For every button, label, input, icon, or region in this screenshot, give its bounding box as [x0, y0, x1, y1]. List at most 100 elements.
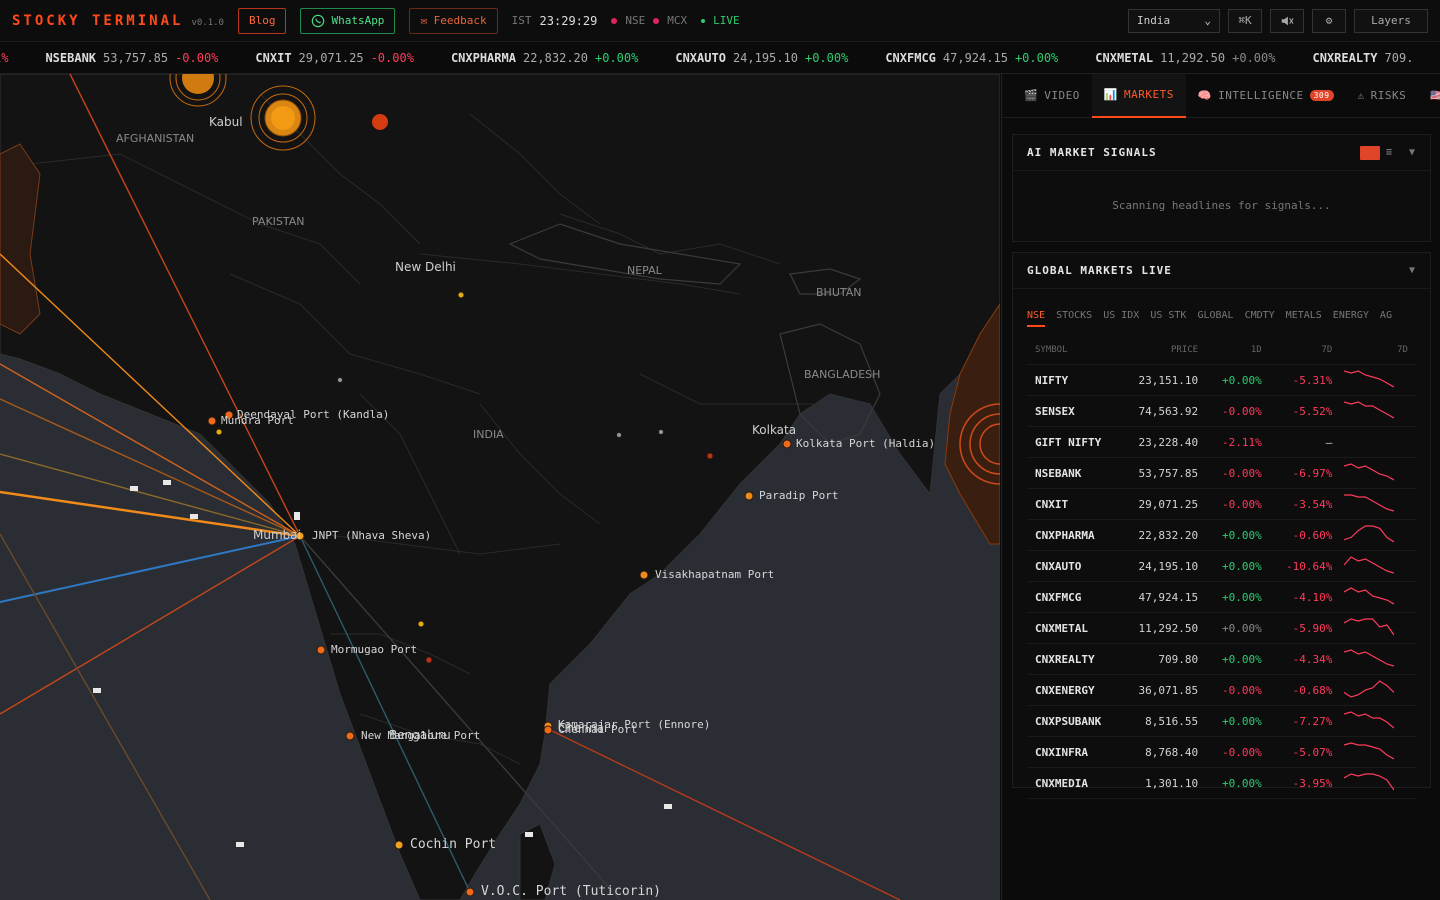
- port-label-haldia[interactable]: Kolkata Port (Haldia): [796, 437, 935, 450]
- live-dot: [701, 18, 706, 23]
- subtab-cmdty[interactable]: CMDTY: [1245, 310, 1275, 321]
- ticker-symbol: CNXAUTO: [675, 50, 726, 65]
- table-row[interactable]: SENSEX 74,563.92 -0.00% -5.52%: [1027, 396, 1416, 427]
- table-row[interactable]: CNXINFRA 8,768.40 -0.00% -5.07%: [1027, 737, 1416, 768]
- port-label-paradip[interactable]: Paradip Port: [759, 489, 838, 502]
- port-label-mormugao[interactable]: Mormugao Port: [331, 643, 417, 656]
- table-row[interactable]: CNXPSUBANK 8,516.55 +0.00% -7.27%: [1027, 706, 1416, 737]
- table-row[interactable]: NIFTY 23,151.10 +0.00% -5.31%: [1027, 365, 1416, 396]
- ticker-symbol: CNXFMCG: [885, 50, 936, 65]
- col-price[interactable]: PRICE: [1117, 345, 1198, 355]
- col-symbol[interactable]: SYMBOL: [1027, 345, 1117, 355]
- list-view-icon[interactable]: ≡: [1386, 147, 1393, 158]
- us-flag-icon: 🇺🇸: [1430, 89, 1440, 102]
- subtab-stocks[interactable]: STOCKS: [1056, 310, 1092, 321]
- whatsapp-icon: [312, 14, 325, 27]
- row-change-7d: -0.60%: [1292, 528, 1333, 542]
- table-row[interactable]: NSEBANK 53,757.85 -0.00% -6.97%: [1027, 458, 1416, 489]
- whatsapp-label: WhatsApp: [331, 14, 385, 27]
- table-row[interactable]: CNXIT 29,071.25 -0.00% -3.54%: [1027, 489, 1416, 520]
- blog-button[interactable]: Blog: [237, 7, 287, 34]
- collapse-icon[interactable]: ▼: [1409, 265, 1416, 276]
- live-indicator: LIVE: [713, 14, 740, 27]
- tab-intelligence[interactable]: 🧠 INTELLIGENCE 309: [1186, 74, 1346, 118]
- subtab-energy[interactable]: ENERGY: [1333, 310, 1369, 321]
- ticker-item[interactable]: CNXFMCG 47,924.15 +0.00%: [885, 51, 1058, 65]
- subtab-us-idx[interactable]: US IDX: [1103, 310, 1139, 321]
- warning-icon: ⚠: [1357, 89, 1365, 102]
- world-map[interactable]: AFGHANISTAN PAKISTAN INDIA NEPAL BHUTAN …: [0, 74, 1000, 900]
- row-change-1d: -2.11%: [1222, 435, 1262, 449]
- ticker-item[interactable]: CNXPHARMA 22,832.20 +0.00%: [451, 51, 638, 65]
- row-change-7d: -4.10%: [1292, 590, 1333, 604]
- col-7d[interactable]: 7D: [1262, 345, 1333, 355]
- tab-markets[interactable]: 📊 MARKETS: [1091, 73, 1186, 118]
- card-view-toggle[interactable]: [1359, 145, 1380, 160]
- command-palette-button[interactable]: ⌘K: [1228, 8, 1262, 33]
- port-label-new-mangalore[interactable]: New Mangalore Port: [361, 729, 480, 742]
- tab-label: INTELLIGENCE: [1218, 89, 1304, 102]
- ticker-change: 1%: [0, 50, 9, 65]
- table-row[interactable]: CNXREALTY 709.80 +0.00% -4.34%: [1027, 644, 1416, 675]
- row-change-7d: -0.68%: [1292, 683, 1333, 697]
- col-1d[interactable]: 1D: [1198, 345, 1262, 355]
- row-price: 23,151.10: [1138, 373, 1199, 387]
- row-change-7d: -7.27%: [1292, 714, 1333, 728]
- tab-risks[interactable]: ⚠ RISKS: [1346, 74, 1419, 118]
- port-label-mundra[interactable]: Mundra Port: [221, 414, 294, 427]
- top-bar: STOCKY TERMINAL v0.1.0 Blog WhatsApp ✉ F…: [0, 0, 1440, 42]
- port-label-visakhapatnam[interactable]: Visakhapatnam Port: [655, 568, 774, 581]
- gear-icon: ⚙: [1325, 14, 1333, 27]
- port-label-cochin[interactable]: Cochin Port: [410, 837, 496, 852]
- row-symbol: CNXENERGY: [1035, 683, 1095, 697]
- tab-video[interactable]: 🎬 VIDEO: [1012, 74, 1092, 118]
- row-change-1d: +0.00%: [1222, 528, 1262, 542]
- brand[interactable]: STOCKY TERMINAL v0.1.0: [12, 13, 224, 29]
- city-label-kolkata: Kolkata: [752, 423, 797, 437]
- ticker-price: 22,832.20: [522, 50, 588, 65]
- table-row[interactable]: CNXAUTO 24,195.10 +0.00% -10.64%: [1027, 551, 1416, 582]
- row-change-7d: -6.97%: [1292, 466, 1333, 480]
- table-row[interactable]: CNXMETAL 11,292.50 +0.00% -5.90%: [1027, 613, 1416, 644]
- port-label-jnpt[interactable]: JNPT (Nhava Sheva): [312, 529, 431, 542]
- ticker-item[interactable]: CNXAUTO 24,195.10 +0.00%: [675, 51, 848, 65]
- region-select[interactable]: India ⌄: [1128, 8, 1220, 33]
- table-row[interactable]: CNXENERGY 36,071.85 -0.00% -0.68%: [1027, 675, 1416, 706]
- whatsapp-button[interactable]: WhatsApp: [300, 7, 396, 34]
- row-sparkline: [1332, 555, 1416, 577]
- row-change-1d: +0.00%: [1222, 652, 1262, 666]
- ticker-symbol: CNXIT: [255, 50, 292, 65]
- collapse-icon[interactable]: ▼: [1409, 147, 1416, 158]
- nse-status-label: NSE: [625, 14, 646, 27]
- subtab-us-stk[interactable]: US STK: [1150, 310, 1186, 321]
- ticker-item[interactable]: CNXREALTY 709.: [1312, 51, 1413, 65]
- table-row[interactable]: GIFT NIFTY 23,228.40 -2.11% —: [1027, 427, 1416, 458]
- subtab-metals[interactable]: METALS: [1286, 310, 1322, 321]
- ticker-price: 29,071.25: [298, 50, 364, 65]
- mute-button[interactable]: [1270, 8, 1304, 33]
- subtab-global[interactable]: GLOBAL: [1197, 310, 1233, 321]
- layers-button[interactable]: Layers: [1354, 8, 1428, 33]
- row-change-7d: -5.31%: [1292, 373, 1333, 387]
- ticker-item[interactable]: 1%: [0, 51, 8, 65]
- ai-signals-header[interactable]: AI MARKET SIGNALS ≡ ▼: [1013, 135, 1430, 171]
- subtab-nse[interactable]: NSE: [1027, 310, 1046, 327]
- ticker-item[interactable]: NSEBANK 53,757.85 -0.00%: [45, 51, 218, 65]
- row-sparkline: [1332, 400, 1416, 422]
- row-price: 8,516.55: [1145, 714, 1199, 728]
- right-panel: 🎬 VIDEO 📊 MARKETS 🧠 INTELLIGENCE 309 ⚠ RISKS …: [1001, 73, 1440, 900]
- ticker-item[interactable]: CNXMETAL 11,292.50 +0.00%: [1095, 51, 1275, 65]
- ticker-price: 24,195.10: [732, 50, 798, 65]
- table-row[interactable]: CNXMEDIA 1,301.10 +0.00% -3.95%: [1027, 768, 1416, 799]
- port-label-chennai[interactable]: Chennai Port: [558, 723, 637, 736]
- mcx-status-label: MCX: [667, 14, 688, 27]
- feedback-button[interactable]: ✉ Feedback: [409, 7, 498, 34]
- table-row[interactable]: CNXFMCG 47,924.15 +0.00% -4.10%: [1027, 582, 1416, 613]
- settings-button[interactable]: ⚙: [1312, 8, 1346, 33]
- tab-us-region[interactable]: 🇺🇸: [1418, 74, 1440, 118]
- global-markets-header[interactable]: GLOBAL MARKETS LIVE ▼: [1013, 253, 1430, 289]
- subtab-ag[interactable]: AG: [1380, 310, 1392, 321]
- ticker-item[interactable]: CNXIT 29,071.25 -0.00%: [255, 51, 414, 65]
- table-row[interactable]: CNXPHARMA 22,832.20 +0.00% -0.60%: [1027, 520, 1416, 551]
- port-label-tuticorin[interactable]: V.O.C. Port (Tuticorin): [481, 884, 661, 899]
